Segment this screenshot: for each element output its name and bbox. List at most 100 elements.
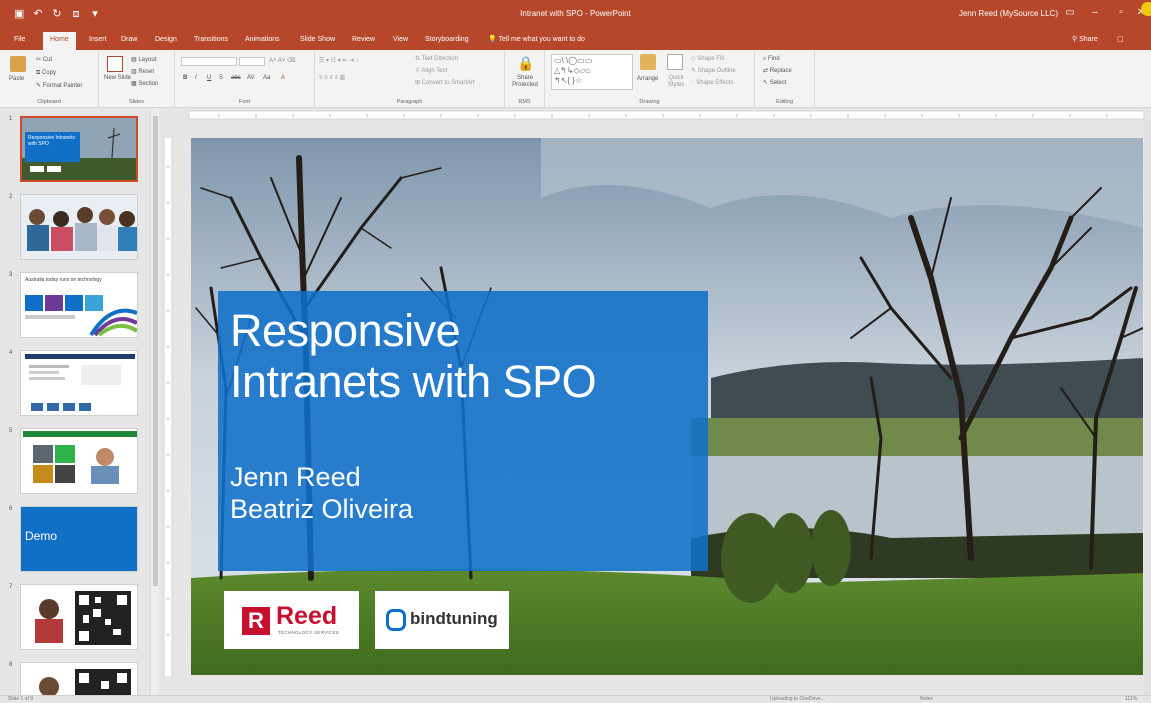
scroll-thumb[interactable]	[153, 116, 158, 586]
arrange-button[interactable]: Arrange	[637, 75, 658, 83]
ribbon: Paste ✂ Cut ⧉ Copy ✎ Format Painter Clip…	[0, 50, 1151, 108]
tab-animations[interactable]: Animations	[245, 35, 280, 45]
strikethrough-button[interactable]: abc	[231, 74, 241, 82]
slide-title[interactable]: Responsive Intranets with SPO	[230, 305, 597, 407]
text-direction-button[interactable]: ⇅ Text Direction	[415, 55, 458, 63]
arrange-icon[interactable]	[640, 54, 656, 70]
replace-button[interactable]: ⇄ Replace	[763, 67, 792, 75]
tab-draw[interactable]: Draw	[121, 35, 137, 45]
slide-number: 7	[9, 584, 13, 590]
alignment-buttons-icon[interactable]: ≡ ≡ ≡ ≡ ▥	[319, 74, 345, 82]
slide-thumbnail-7[interactable]	[20, 584, 138, 650]
font-size-select[interactable]	[239, 57, 265, 66]
tell-me-search[interactable]: 💡 Tell me what you want to do	[488, 35, 585, 43]
quick-styles-icon[interactable]	[667, 54, 683, 70]
save-icon[interactable]: ▣	[14, 8, 24, 20]
align-text-label: Align Text	[421, 68, 448, 74]
section-button[interactable]: ▦ Section	[131, 80, 158, 88]
reed-logo[interactable]: R Reed TECHNOLOGY SERVICES	[224, 591, 359, 649]
tab-transitions[interactable]: Transitions	[194, 35, 228, 45]
bindtuning-logo-mark	[386, 609, 406, 631]
change-case-button[interactable]: Aa	[263, 74, 270, 82]
slide-thumbnail-5[interactable]	[20, 428, 138, 494]
bindtuning-logo[interactable]: bindtuning	[375, 591, 509, 649]
shadow-button[interactable]: S	[219, 74, 223, 82]
font-color-button[interactable]: A	[281, 74, 285, 82]
redo-icon[interactable]: ↻	[52, 8, 62, 20]
shape-effects-label: Shape Effects	[696, 80, 734, 86]
grow-shrink-font-icon[interactable]: A˄ A˅ ⌫	[269, 57, 296, 65]
person-icon: ⚲	[1072, 36, 1078, 43]
slide-thumbnail-4[interactable]	[20, 350, 138, 416]
slide-title-line2: Intranets with SPO	[230, 356, 597, 407]
slide-number: 5	[9, 428, 13, 434]
maximize-icon[interactable]: ▫	[1113, 6, 1129, 20]
slide-scrollbar[interactable]	[1144, 120, 1151, 695]
scissors-icon: ✂	[36, 57, 42, 63]
reset-button[interactable]: ▥ Reset	[131, 68, 154, 76]
slide-thumbnail-6[interactable]: Demo	[20, 506, 138, 572]
horizontal-ruler	[188, 110, 1145, 120]
tab-view[interactable]: View	[393, 35, 408, 45]
slide-canvas[interactable]: Responsive Intranets with SPO Jenn Reed Be…	[191, 138, 1143, 675]
list-buttons-icon[interactable]: ☰ ▾ ☷ ▾ ⇤ ⇥ ↕	[319, 57, 359, 65]
cut-button[interactable]: ✂ Cut	[36, 56, 52, 64]
title-text-box[interactable]: Responsive Intranets with SPO Jenn Reed Be…	[218, 291, 708, 571]
convert-smartart-button[interactable]: ⊞ Convert to SmartArt	[415, 79, 475, 87]
underline-button[interactable]: U	[207, 74, 211, 82]
slide-subtitle[interactable]: Jenn Reed Beatriz Oliveira	[230, 461, 413, 525]
zoom-level[interactable]: 111%	[1125, 696, 1137, 702]
italic-button[interactable]: I	[195, 74, 197, 82]
tab-review[interactable]: Review	[352, 35, 375, 45]
slide-thumbnail-8[interactable]	[20, 662, 138, 695]
shape-effects-button[interactable]: ◌ Shape Effects	[691, 79, 734, 87]
format-painter-button[interactable]: ✎ Format Painter	[36, 82, 82, 90]
cursor-icon: ↖	[763, 80, 769, 86]
tab-design[interactable]: Design	[155, 35, 177, 45]
tab-slide-show[interactable]: Slide Show	[300, 35, 335, 45]
tab-file[interactable]: File	[14, 35, 25, 45]
search-icon: ⌕	[763, 56, 767, 62]
bold-button[interactable]: B	[183, 74, 187, 82]
new-slide-icon[interactable]	[107, 56, 123, 72]
quick-styles-button[interactable]: Quick Styles	[665, 75, 687, 89]
tell-me-text: Tell me what you want to do	[498, 36, 585, 43]
select-button[interactable]: ↖ Select	[763, 79, 786, 87]
slide-number: 3	[9, 272, 13, 278]
shape-fill-button[interactable]: ◇ Shape Fill	[691, 55, 724, 63]
author-name-1: Jenn Reed	[230, 462, 361, 492]
slide-thumbnail-3[interactable]: Australia today runs on technology	[20, 272, 138, 338]
ribbon-display-options-icon[interactable]: ▭	[1062, 6, 1078, 20]
share-protected-icon[interactable]: 🔒	[517, 55, 534, 71]
slides-group: New Slide ▤ Layout ▥ Reset ▦ Section Sli…	[99, 50, 175, 108]
signed-in-user[interactable]: Jenn Reed (MySource LLC)	[959, 9, 1058, 19]
paste-button[interactable]: Paste	[9, 75, 24, 83]
tab-insert[interactable]: Insert	[89, 35, 107, 45]
shapes-gallery[interactable]: ▭\ \◯▭▭ △↰↳◇▱⌂ ↰↖{ }☆	[551, 54, 633, 90]
character-spacing-icon[interactable]: AV	[247, 74, 255, 82]
notes-button[interactable]: Notes	[920, 696, 933, 702]
start-from-beginning-icon[interactable]: ⧈	[71, 8, 81, 20]
drawing-group: ▭\ \◯▭▭ △↰↳◇▱⌂ ↰↖{ }☆ Arrange Quick Styles…	[545, 50, 755, 108]
slide-thumbnail-2[interactable]	[20, 194, 138, 260]
tab-home[interactable]: Home	[43, 32, 76, 50]
thumbnails-scrollbar[interactable]	[150, 108, 159, 695]
tab-storyboarding[interactable]: Storyboarding	[425, 35, 469, 45]
pen-icon: ✎	[691, 68, 697, 74]
copy-button[interactable]: ⧉ Copy	[36, 69, 56, 77]
customize-icon[interactable]: ▾	[90, 8, 100, 20]
slide-number: 8	[9, 662, 13, 668]
align-text-button[interactable]: ⇳ Align Text	[415, 67, 447, 75]
layout-button[interactable]: ▤ Layout	[131, 56, 156, 64]
comments-icon[interactable]: ▢	[1117, 35, 1124, 43]
find-button[interactable]: ⌕ Find	[763, 55, 780, 63]
new-slide-button[interactable]: New Slide	[104, 75, 131, 82]
minimize-icon[interactable]: –	[1087, 6, 1103, 20]
shape-outline-button[interactable]: ✎ Shape Outline	[691, 67, 736, 75]
share-button[interactable]: ⚲ Share	[1072, 35, 1098, 43]
undo-icon[interactable]: ↶	[33, 8, 43, 20]
paste-icon[interactable]	[10, 56, 26, 72]
share-protected-button[interactable]: Share Protected	[507, 75, 543, 89]
font-family-select[interactable]	[181, 57, 237, 66]
slide-thumbnail-1[interactable]: Responsive Intranets with SPO	[20, 116, 138, 182]
